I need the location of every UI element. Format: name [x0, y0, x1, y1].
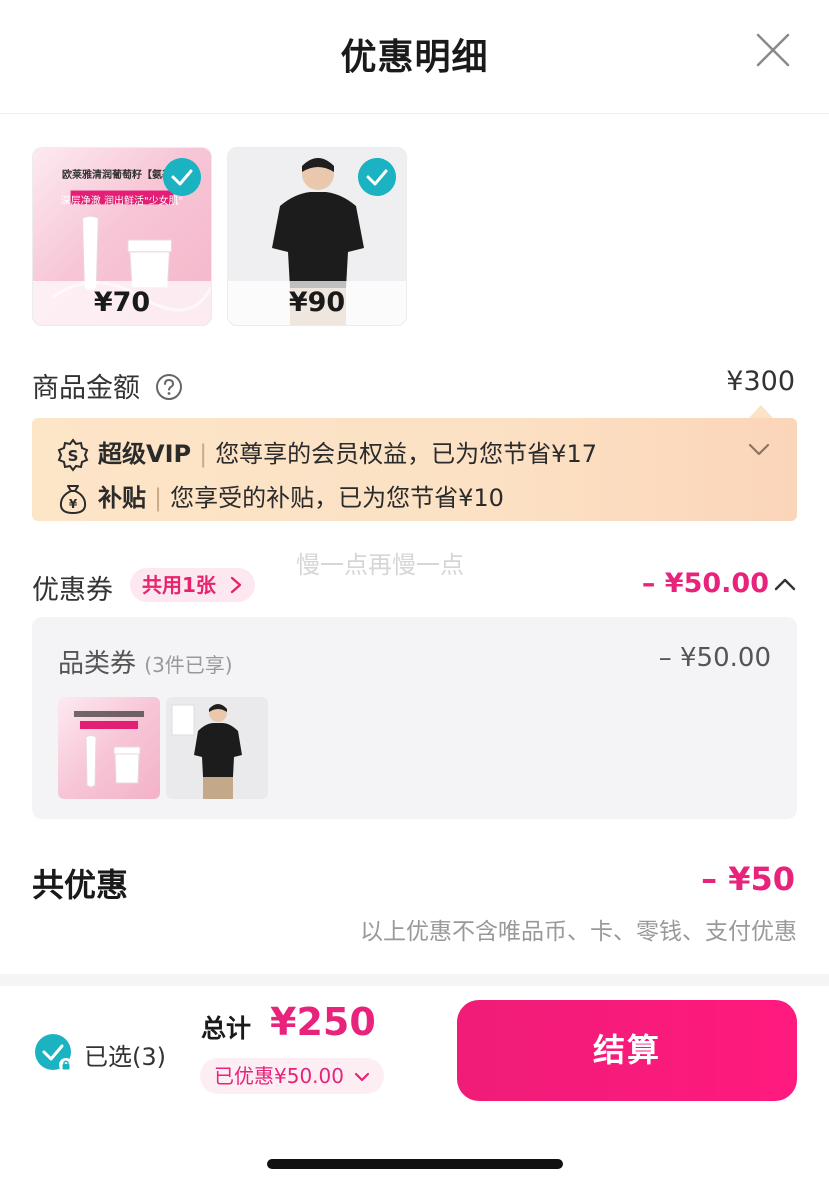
total-label: 总计	[201, 1014, 252, 1043]
page-title: 优惠明细	[340, 37, 489, 78]
saved-amount-pill[interactable]: 已优惠¥50.00	[200, 1058, 385, 1094]
product-thumbnail-polo[interactable]: ¥90	[227, 147, 407, 326]
total-value: ¥250	[270, 1000, 376, 1044]
vip-badge-icon: S	[57, 438, 89, 472]
category-coupon-note: (3件已享)	[144, 653, 233, 677]
goods-amount-label: 商品金额	[32, 366, 183, 405]
coupon-total-value: – ¥50.00	[641, 568, 769, 599]
product-image-cleanser	[74, 711, 144, 788]
vip-text: 您尊享的会员权益，已为您节省¥17	[215, 440, 597, 468]
subsidy-tag: 补贴	[98, 484, 146, 512]
watermark-text: 慢一点再慢一点	[296, 551, 464, 579]
coupon-count-pill[interactable]: 共用1张	[130, 568, 255, 602]
subsidy-benefit-row: ¥ 补贴 | 您享受的补贴，已为您节省¥10	[56, 478, 504, 516]
total-discount-label: 共优惠	[32, 866, 129, 904]
svg-text:¥: ¥	[69, 497, 78, 511]
header: 优惠明细	[0, 0, 829, 114]
product-image-polo	[171, 704, 242, 799]
benefits-panel[interactable]: S 超级VIP | 您尊享的会员权益，已为您节省¥17 ¥ 补贴 | 您享受的补贴，已为…	[32, 418, 797, 521]
close-icon[interactable]	[753, 30, 793, 70]
section-divider	[0, 974, 829, 986]
saved-amount-text: 已优惠¥50.00	[214, 1064, 344, 1088]
checkout-button[interactable]: 结算	[457, 1000, 797, 1101]
category-coupon-label: 品类券 (3件已享)	[58, 643, 233, 680]
chevron-right-icon	[230, 576, 242, 594]
coupon-detail-panel: 品类券 (3件已享) – ¥50.00	[32, 617, 797, 819]
select-all-check-icon[interactable]	[34, 1033, 74, 1073]
coupon-label: 优惠券	[32, 575, 113, 606]
chevron-up-icon[interactable]	[773, 576, 797, 592]
selected-count: 已选(3)	[84, 1043, 166, 1071]
money-bag-icon: ¥	[59, 485, 87, 515]
product-price: ¥70	[33, 281, 211, 325]
separator: |	[154, 484, 163, 512]
check-icon[interactable]	[358, 158, 396, 196]
coupon-product-thumbnail-cleanser	[58, 697, 160, 799]
pointer-triangle	[748, 405, 774, 419]
coupon-count-text: 共用1张	[142, 573, 216, 597]
help-icon[interactable]	[155, 373, 183, 401]
category-coupon-label-text: 品类券	[58, 649, 137, 679]
separator: |	[199, 440, 208, 468]
check-icon[interactable]	[163, 158, 201, 196]
home-indicator[interactable]	[267, 1159, 563, 1169]
goods-amount-value: ¥300	[726, 366, 795, 397]
product-thumbnail-cleanser[interactable]: 欧莱雅清润葡萄籽【氨基洁 深层净澈 润出鲜活"少女肌" ¥70	[32, 147, 212, 326]
total-discount-value: – ¥50	[701, 860, 795, 898]
svg-text:S: S	[68, 447, 79, 465]
chevron-down-icon	[355, 1072, 370, 1082]
discount-footnote: 以上优惠不含唯品币、卡、零钱、支付优惠	[360, 919, 797, 945]
goods-amount-label-text: 商品金额	[32, 373, 140, 404]
vip-benefit-row: S 超级VIP | 您尊享的会员权益，已为您节省¥17	[56, 434, 597, 472]
product-price: ¥90	[228, 281, 406, 325]
chevron-down-icon[interactable]	[747, 442, 771, 458]
coupon-product-thumbnail-polo	[166, 697, 268, 799]
category-coupon-value: – ¥50.00	[658, 643, 771, 673]
subsidy-text: 您享受的补贴，已为您节省¥10	[170, 484, 504, 512]
vip-tag: 超级VIP	[98, 440, 192, 468]
